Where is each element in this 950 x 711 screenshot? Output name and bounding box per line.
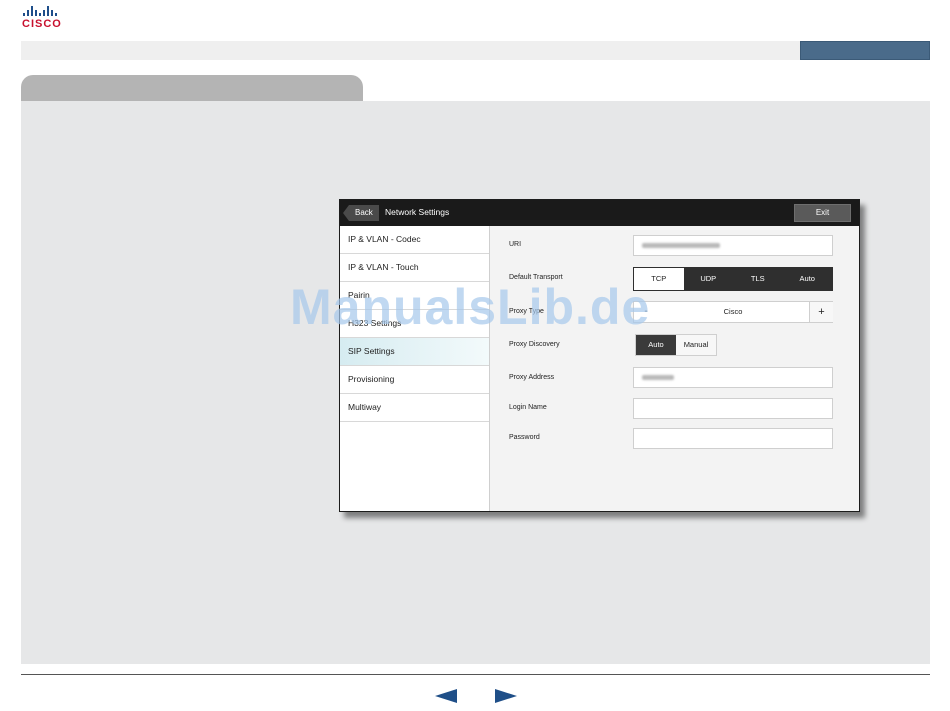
cisco-wordmark: CISCO bbox=[22, 18, 62, 30]
transport-option-udp[interactable]: UDP bbox=[684, 268, 734, 290]
manual-page: CISCO Back Network Settings Exit IP & VL… bbox=[0, 0, 950, 711]
proxy-address-label: Proxy Address bbox=[509, 374, 555, 381]
settings-sidebar: IP & VLAN - Codec IP & VLAN - Touch Pair… bbox=[340, 226, 490, 511]
device-header: Back Network Settings Exit bbox=[340, 200, 859, 226]
transport-option-auto[interactable]: Auto bbox=[783, 268, 833, 290]
proxy-type-value: Cisco bbox=[723, 307, 743, 316]
back-button[interactable]: Back bbox=[343, 205, 379, 221]
proxy-type-increment-button[interactable]: + bbox=[809, 302, 833, 322]
proxy-discovery-label: Proxy Discovery bbox=[509, 341, 560, 348]
uri-field[interactable] bbox=[633, 235, 833, 256]
uri-label: URI bbox=[509, 241, 522, 248]
triangle-right-icon[interactable] bbox=[495, 689, 517, 703]
sidebar-item-sip-settings[interactable]: SIP Settings bbox=[340, 338, 489, 366]
uri-redacted-value bbox=[642, 243, 720, 248]
default-transport-selector: TCP UDP TLS Auto bbox=[633, 267, 833, 291]
triangle-left-icon[interactable] bbox=[435, 689, 457, 703]
login-name-label: Login Name bbox=[509, 404, 547, 411]
sip-settings-form: URI Default Transport TCP UDP TLS Auto P… bbox=[490, 226, 859, 511]
proxy-discovery-toggle: Auto Manual bbox=[635, 334, 717, 356]
cisco-logo: CISCO bbox=[22, 5, 70, 30]
sidebar-item-provisioning[interactable]: Provisioning bbox=[340, 366, 489, 394]
sidebar-item-ip-vlan-codec[interactable]: IP & VLAN - Codec bbox=[340, 226, 489, 254]
device-screen: Back Network Settings Exit IP & VLAN - C… bbox=[339, 199, 860, 512]
proxy-address-redacted-value bbox=[642, 375, 674, 380]
login-name-field[interactable] bbox=[633, 398, 833, 419]
password-label: Password bbox=[509, 434, 540, 441]
top-navigation-bar bbox=[21, 41, 930, 60]
screen-title: Network Settings bbox=[385, 207, 450, 217]
proxy-type-stepper: - Cisco + bbox=[633, 301, 833, 323]
proxy-discovery-manual[interactable]: Manual bbox=[676, 335, 716, 355]
exit-button[interactable]: Exit bbox=[794, 204, 851, 222]
section-tab bbox=[21, 75, 363, 102]
top-nav-button[interactable] bbox=[800, 41, 930, 60]
proxy-discovery-auto[interactable]: Auto bbox=[636, 335, 676, 355]
proxy-address-field[interactable] bbox=[633, 367, 833, 388]
password-field[interactable] bbox=[633, 428, 833, 449]
footer-divider bbox=[21, 674, 930, 675]
cisco-bars-icon bbox=[22, 5, 70, 16]
sidebar-item-multiway[interactable]: Multiway bbox=[340, 394, 489, 422]
transport-option-tls[interactable]: TLS bbox=[733, 268, 783, 290]
watermark: ManualsLib.de bbox=[290, 279, 651, 335]
